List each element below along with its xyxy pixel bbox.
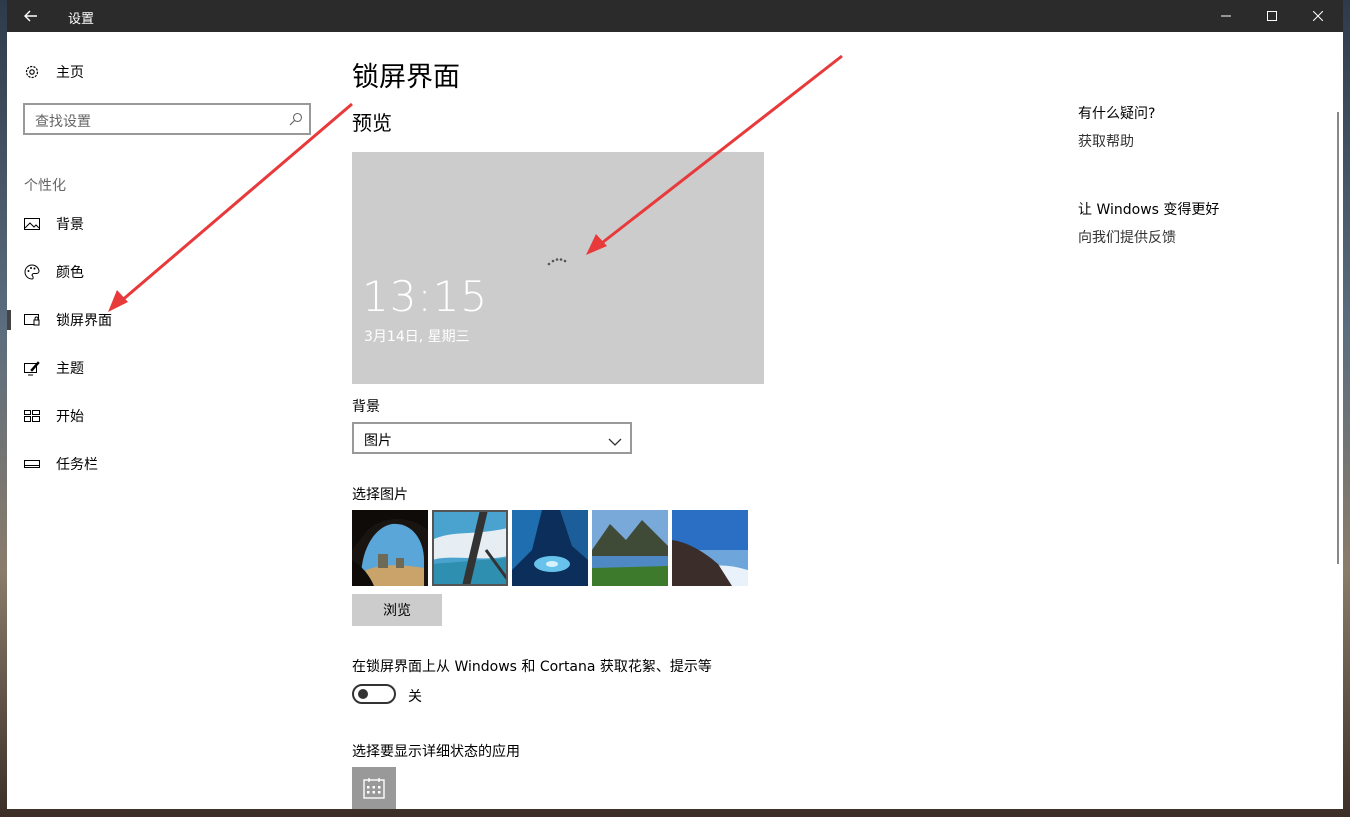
search-input[interactable]: 查找设置	[35, 111, 91, 131]
background-label: 背景	[352, 399, 380, 415]
cave-beach-image	[352, 510, 428, 586]
close-icon	[1313, 11, 1323, 21]
loading-spinner-icon	[547, 258, 567, 266]
browse-button[interactable]: 浏览	[352, 594, 442, 626]
sidebar-item-themes[interactable]: 主题	[7, 348, 327, 388]
toggle-knob	[358, 689, 368, 699]
preview-date: 3月14日, 星期三	[364, 329, 470, 345]
sidebar-item-label: 主页	[56, 65, 84, 81]
back-button[interactable]	[7, 0, 55, 32]
background-dropdown-value: 图片	[364, 433, 392, 449]
ice-cave-image	[512, 510, 588, 586]
sidebar-item-label: 任务栏	[56, 457, 98, 473]
title-bar: 设置	[7, 0, 1343, 32]
feedback-heading: 让 Windows 变得更好	[1078, 202, 1220, 218]
minimize-button[interactable]	[1203, 0, 1249, 32]
settings-window: 设置 主页 查找设置 个性化 背景 颜色 锁屏界面 主题 开始 任务栏 锁屏界面…	[7, 0, 1343, 809]
hill-sky-image	[672, 510, 748, 586]
minimize-icon	[1221, 15, 1231, 17]
sidebar-item-start[interactable]: 开始	[7, 396, 327, 436]
sidebar-item-taskbar[interactable]: 任务栏	[7, 444, 327, 484]
category-heading: 个性化	[24, 178, 66, 194]
spotlight-label: 在锁屏界面上从 Windows 和 Cortana 获取花絮、提示等	[352, 659, 712, 675]
sidebar-item-label: 开始	[56, 409, 84, 425]
lock-screen-icon	[23, 311, 41, 329]
search-box[interactable]: 查找设置	[23, 103, 311, 135]
close-button[interactable]	[1295, 0, 1341, 32]
picture-thumbnail-2[interactable]	[432, 510, 510, 586]
maximize-button[interactable]	[1249, 0, 1295, 32]
theme-icon	[23, 359, 41, 377]
sidebar-item-label: 颜色	[56, 265, 84, 281]
picture-thumbnail-5[interactable]	[672, 510, 748, 586]
airplane-window-image	[432, 510, 510, 586]
lock-screen-preview: 13:15 3月14日, 星期三	[352, 152, 764, 384]
get-help-link[interactable]: 获取帮助	[1078, 131, 1134, 151]
start-icon	[23, 407, 41, 425]
picture-thumbnail-3[interactable]	[512, 510, 588, 586]
sidebar-item-lock-screen[interactable]: 锁屏界面	[7, 300, 327, 340]
gear-icon	[23, 63, 41, 81]
preview-heading: 预览	[352, 111, 392, 135]
question-heading: 有什么疑问?	[1078, 106, 1156, 122]
preview-time: 13:15	[362, 272, 489, 321]
picture-thumbnail-1[interactable]	[352, 510, 428, 586]
window-title: 设置	[68, 12, 95, 27]
sidebar-item-home[interactable]: 主页	[7, 52, 327, 92]
calendar-icon	[363, 778, 385, 799]
scrollbar[interactable]	[1337, 112, 1339, 564]
sidebar-item-background[interactable]: 背景	[7, 204, 327, 244]
toggle-state-label: 关	[408, 689, 422, 705]
sidebar-item-label: 背景	[56, 217, 84, 233]
sidebar-item-label: 主题	[56, 361, 84, 377]
page-title: 锁屏界面	[352, 62, 460, 93]
picture-thumbnail-4[interactable]	[592, 510, 668, 586]
spotlight-toggle[interactable]	[352, 684, 396, 704]
palette-icon	[23, 263, 41, 281]
background-dropdown[interactable]: 图片	[352, 422, 632, 454]
chevron-down-icon	[608, 432, 622, 451]
sidebar-item-label: 锁屏界面	[56, 313, 112, 329]
maximize-icon	[1267, 11, 1277, 21]
search-icon	[289, 111, 303, 130]
detailed-status-app-button[interactable]	[352, 767, 396, 809]
feedback-link[interactable]: 向我们提供反馈	[1078, 227, 1176, 247]
mountain-lake-image	[592, 510, 668, 586]
picture-icon	[23, 215, 41, 233]
back-arrow-icon	[24, 10, 37, 22]
sidebar-item-colors[interactable]: 颜色	[7, 252, 327, 292]
taskbar-icon	[23, 455, 41, 473]
detailed-status-label: 选择要显示详细状态的应用	[352, 744, 520, 760]
choose-picture-label: 选择图片	[352, 487, 408, 503]
